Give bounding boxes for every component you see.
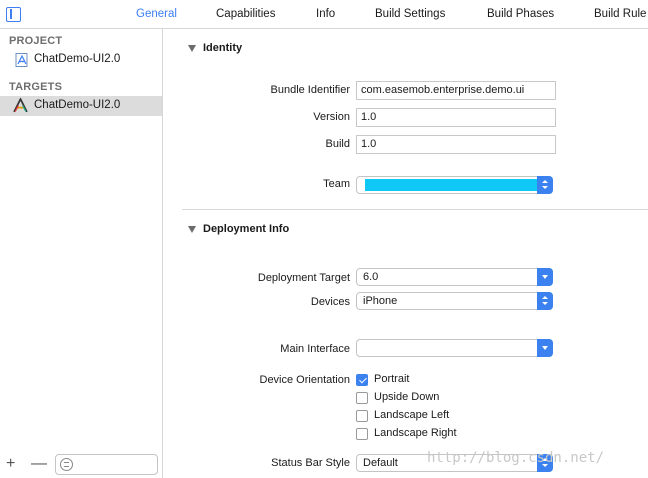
tab-build-rules[interactable]: Build Rule	[594, 8, 646, 20]
devices-label: Devices	[310, 296, 350, 308]
devices-value: iPhone	[363, 295, 398, 307]
deployment-target-combo[interactable]: 6.0	[356, 268, 553, 286]
checkbox-label: Upside Down	[374, 391, 440, 403]
project-section-header: PROJECT	[9, 35, 63, 47]
devices-popup[interactable]: iPhone	[356, 292, 553, 310]
bundle-identifier-field[interactable]: com.easemob.enterprise.demo.ui	[356, 81, 556, 100]
checkbox-icon	[356, 410, 368, 422]
tab-build-settings[interactable]: Build Settings	[375, 8, 445, 20]
targets-section-header: TARGETS	[9, 81, 63, 93]
filter-field[interactable]	[55, 454, 158, 475]
deployment-target-value: 6.0	[363, 271, 379, 283]
tab-build-phases[interactable]: Build Phases	[487, 8, 554, 20]
checkbox-icon	[356, 428, 368, 440]
add-target-button[interactable]: +	[6, 456, 15, 472]
checkbox-icon	[356, 392, 368, 404]
main-interface-label: Main Interface	[280, 343, 350, 355]
main-interface-combo[interactable]	[356, 339, 553, 357]
section-divider	[182, 209, 648, 210]
popup-arrows-icon	[537, 292, 553, 310]
team-popup[interactable]	[356, 176, 553, 194]
team-redaction	[365, 179, 538, 191]
sidebar-toggle-icon[interactable]	[6, 7, 21, 22]
filter-icon	[60, 458, 73, 471]
tab-capabilities[interactable]: Capabilities	[216, 8, 275, 20]
bundle-identifier-label: Bundle Identifier	[270, 84, 351, 96]
project-navigator-sidebar: PROJECT ChatDemo-UI2.0 TARGETS ChatDemo-…	[0, 29, 163, 478]
disclosure-triangle-icon	[188, 226, 196, 233]
status-bar-style-label: Status Bar Style	[271, 457, 350, 469]
disclosure-triangle-icon	[188, 45, 196, 52]
device-orientation-label: Device Orientation	[259, 374, 351, 386]
build-field[interactable]: 1.0	[356, 135, 556, 154]
sidebar-item-target[interactable]: ChatDemo-UI2.0	[0, 96, 162, 116]
popup-arrows-icon	[537, 176, 553, 194]
checkbox-label: Portrait	[374, 373, 410, 385]
general-settings-pane: Identity Bundle Identifier com.easemob.e…	[163, 29, 648, 478]
chevron-down-icon	[537, 268, 553, 286]
identity-section-header[interactable]: Identity	[163, 40, 648, 60]
sidebar-item-label: ChatDemo-UI2.0	[34, 53, 121, 65]
sidebar-item-project[interactable]: ChatDemo-UI2.0	[0, 50, 162, 70]
team-label: Team	[323, 178, 350, 190]
deployment-section-header[interactable]: Deployment Info	[163, 221, 648, 241]
identity-section-title: Identity	[203, 42, 243, 54]
editor-tab-bar: General Capabilities Info Build Settings…	[0, 0, 648, 29]
chevron-down-icon	[537, 339, 553, 357]
version-label: Version	[313, 111, 350, 123]
version-field[interactable]: 1.0	[356, 108, 556, 127]
deployment-section-title: Deployment Info	[203, 223, 290, 235]
checkbox-label: Landscape Right	[374, 427, 457, 439]
tab-info[interactable]: Info	[316, 8, 335, 20]
project-file-icon	[15, 53, 28, 67]
app-target-icon	[13, 98, 28, 113]
remove-target-button[interactable]: —	[31, 456, 47, 472]
build-label: Build	[325, 138, 350, 150]
status-bar-style-value: Default	[363, 457, 398, 469]
tab-general[interactable]: General	[136, 8, 177, 20]
checkbox-label: Landscape Left	[374, 409, 450, 421]
deployment-target-label: Deployment Target	[257, 272, 350, 284]
sidebar-item-label: ChatDemo-UI2.0	[34, 99, 121, 111]
checkbox-checked-icon	[356, 374, 368, 386]
watermark-text: http://blog.csdn.net/	[427, 450, 605, 466]
